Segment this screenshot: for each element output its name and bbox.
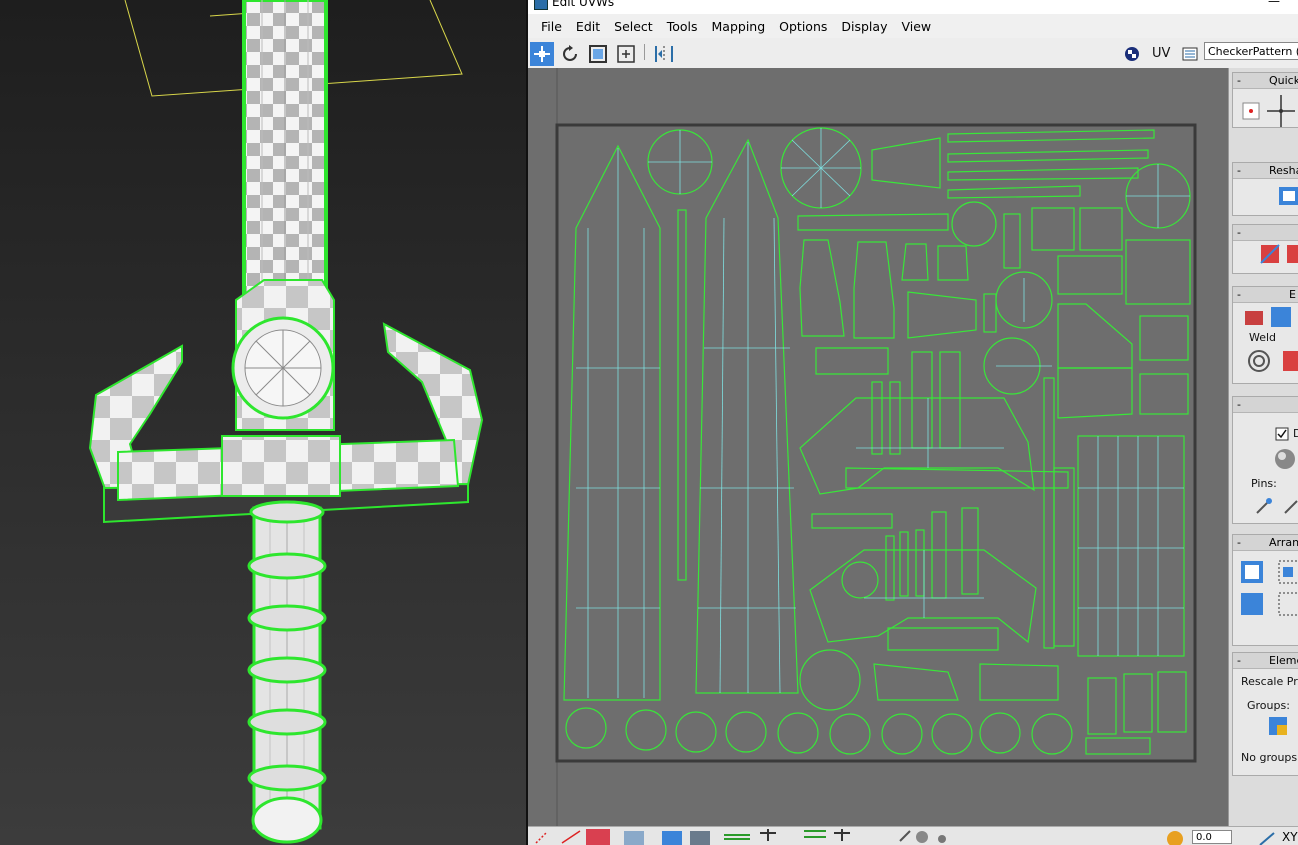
- falloff-curve-icon[interactable]: [1258, 827, 1278, 845]
- rollout-peel: - D Pins:: [1232, 396, 1298, 524]
- rollout-header-explode[interactable]: -E: [1233, 287, 1298, 303]
- arrange-pack-icons[interactable]: [1239, 559, 1298, 639]
- menu-file[interactable]: File: [534, 19, 569, 34]
- texture-dropdown[interactable]: CheckerPattern ( C: [1204, 42, 1298, 60]
- rescale-priority-label: Rescale Prio: [1241, 675, 1298, 688]
- menu-mapping[interactable]: Mapping: [705, 19, 773, 34]
- rollout-header-arrange[interactable]: -Arrang: [1233, 535, 1298, 551]
- freeform-icon: [617, 45, 635, 63]
- uv-editor-canvas[interactable]: [528, 68, 1228, 826]
- falloff-value-input[interactable]: 0.0: [1192, 830, 1232, 844]
- axis-label[interactable]: XY: [1282, 830, 1298, 844]
- soft-selection-icon[interactable]: [1164, 827, 1186, 845]
- menu-view[interactable]: View: [894, 19, 938, 34]
- rollout-header-stitch[interactable]: -: [1233, 225, 1298, 241]
- title-bar[interactable]: Edit UVWs —: [528, 0, 1298, 14]
- rollout-header-quick[interactable]: - Quick: [1233, 73, 1298, 89]
- checker-toggle-button[interactable]: [1120, 42, 1144, 66]
- peel-checkbox[interactable]: [1275, 427, 1289, 441]
- perspective-viewport[interactable]: [0, 0, 526, 845]
- mirror-icon: [655, 46, 673, 62]
- rotate-button[interactable]: [558, 42, 582, 66]
- stitch-icon[interactable]: [1259, 243, 1298, 269]
- app-icon: [534, 0, 548, 10]
- rollout-header-elements[interactable]: -Elemen: [1233, 653, 1298, 669]
- peel-checkbox-label: D: [1293, 427, 1298, 440]
- rollout-arrange: -Arrang: [1232, 534, 1298, 646]
- rollout-reshape: -Reshap: [1232, 162, 1298, 216]
- rollout-explode: -E Weld: [1232, 286, 1298, 384]
- uv-toolbar: UV: [528, 38, 1298, 69]
- rollout-stitch: -: [1232, 224, 1298, 274]
- window-title: Edit UVWs: [552, 0, 615, 9]
- rollout-header-peel[interactable]: -: [1233, 397, 1298, 413]
- menu-select[interactable]: Select: [607, 19, 660, 34]
- peel-icon[interactable]: [1273, 447, 1297, 471]
- no-groups-label: No groups s: [1241, 751, 1298, 764]
- rotate-icon: [563, 45, 577, 61]
- pin-tool-icons[interactable]: [1255, 493, 1298, 515]
- checker-icon: [1125, 47, 1139, 61]
- freeform-button[interactable]: [614, 42, 638, 66]
- scale-button[interactable]: [586, 42, 610, 66]
- weld-label: Weld: [1249, 331, 1277, 344]
- uv-tile-border: [555, 123, 1197, 763]
- move-button[interactable]: [530, 42, 554, 66]
- menu-bar: File Edit Select Tools Mapping Options D…: [528, 14, 1298, 38]
- menu-edit[interactable]: Edit: [569, 19, 607, 34]
- break-icon[interactable]: [1243, 305, 1298, 329]
- weld-target-icon[interactable]: [1247, 349, 1298, 373]
- reshape-icon[interactable]: [1277, 183, 1298, 209]
- selection-tool-icons[interactable]: [528, 827, 948, 845]
- groups-label: Groups:: [1247, 699, 1290, 712]
- menu-tools[interactable]: Tools: [660, 19, 705, 34]
- texture-list-icon: [1182, 47, 1198, 61]
- uv-bottom-toolbar: 0.0 XY: [528, 826, 1298, 845]
- scale-icon: [589, 45, 607, 63]
- rollout-header-reshape[interactable]: -Reshap: [1233, 163, 1298, 179]
- menu-options[interactable]: Options: [772, 19, 834, 34]
- rollout-quick-transform: - Quick: [1232, 72, 1298, 128]
- minimize-icon[interactable]: —: [1268, 0, 1280, 8]
- uv-layout: [555, 68, 1197, 826]
- move-icon: [534, 46, 550, 62]
- pins-label: Pins:: [1251, 477, 1277, 490]
- sword-model-render: [88, 0, 484, 844]
- command-panel: -Quick -Reshap - -E Weld - D Pins:: [1228, 68, 1298, 826]
- menu-display[interactable]: Display: [834, 19, 894, 34]
- group-lock-icon[interactable]: [1267, 715, 1297, 739]
- texture-list-button[interactable]: [1178, 42, 1202, 66]
- uv-space-label[interactable]: UV: [1152, 46, 1170, 61]
- edit-uvw-window: Edit UVWs — File Edit Select Tools Mappi…: [528, 0, 1298, 845]
- mirror-button[interactable]: [652, 42, 676, 66]
- rollout-element-properties: -Elemen Rescale Prio Groups: No groups s: [1232, 652, 1298, 776]
- quick-transform-icons[interactable]: [1241, 91, 1298, 131]
